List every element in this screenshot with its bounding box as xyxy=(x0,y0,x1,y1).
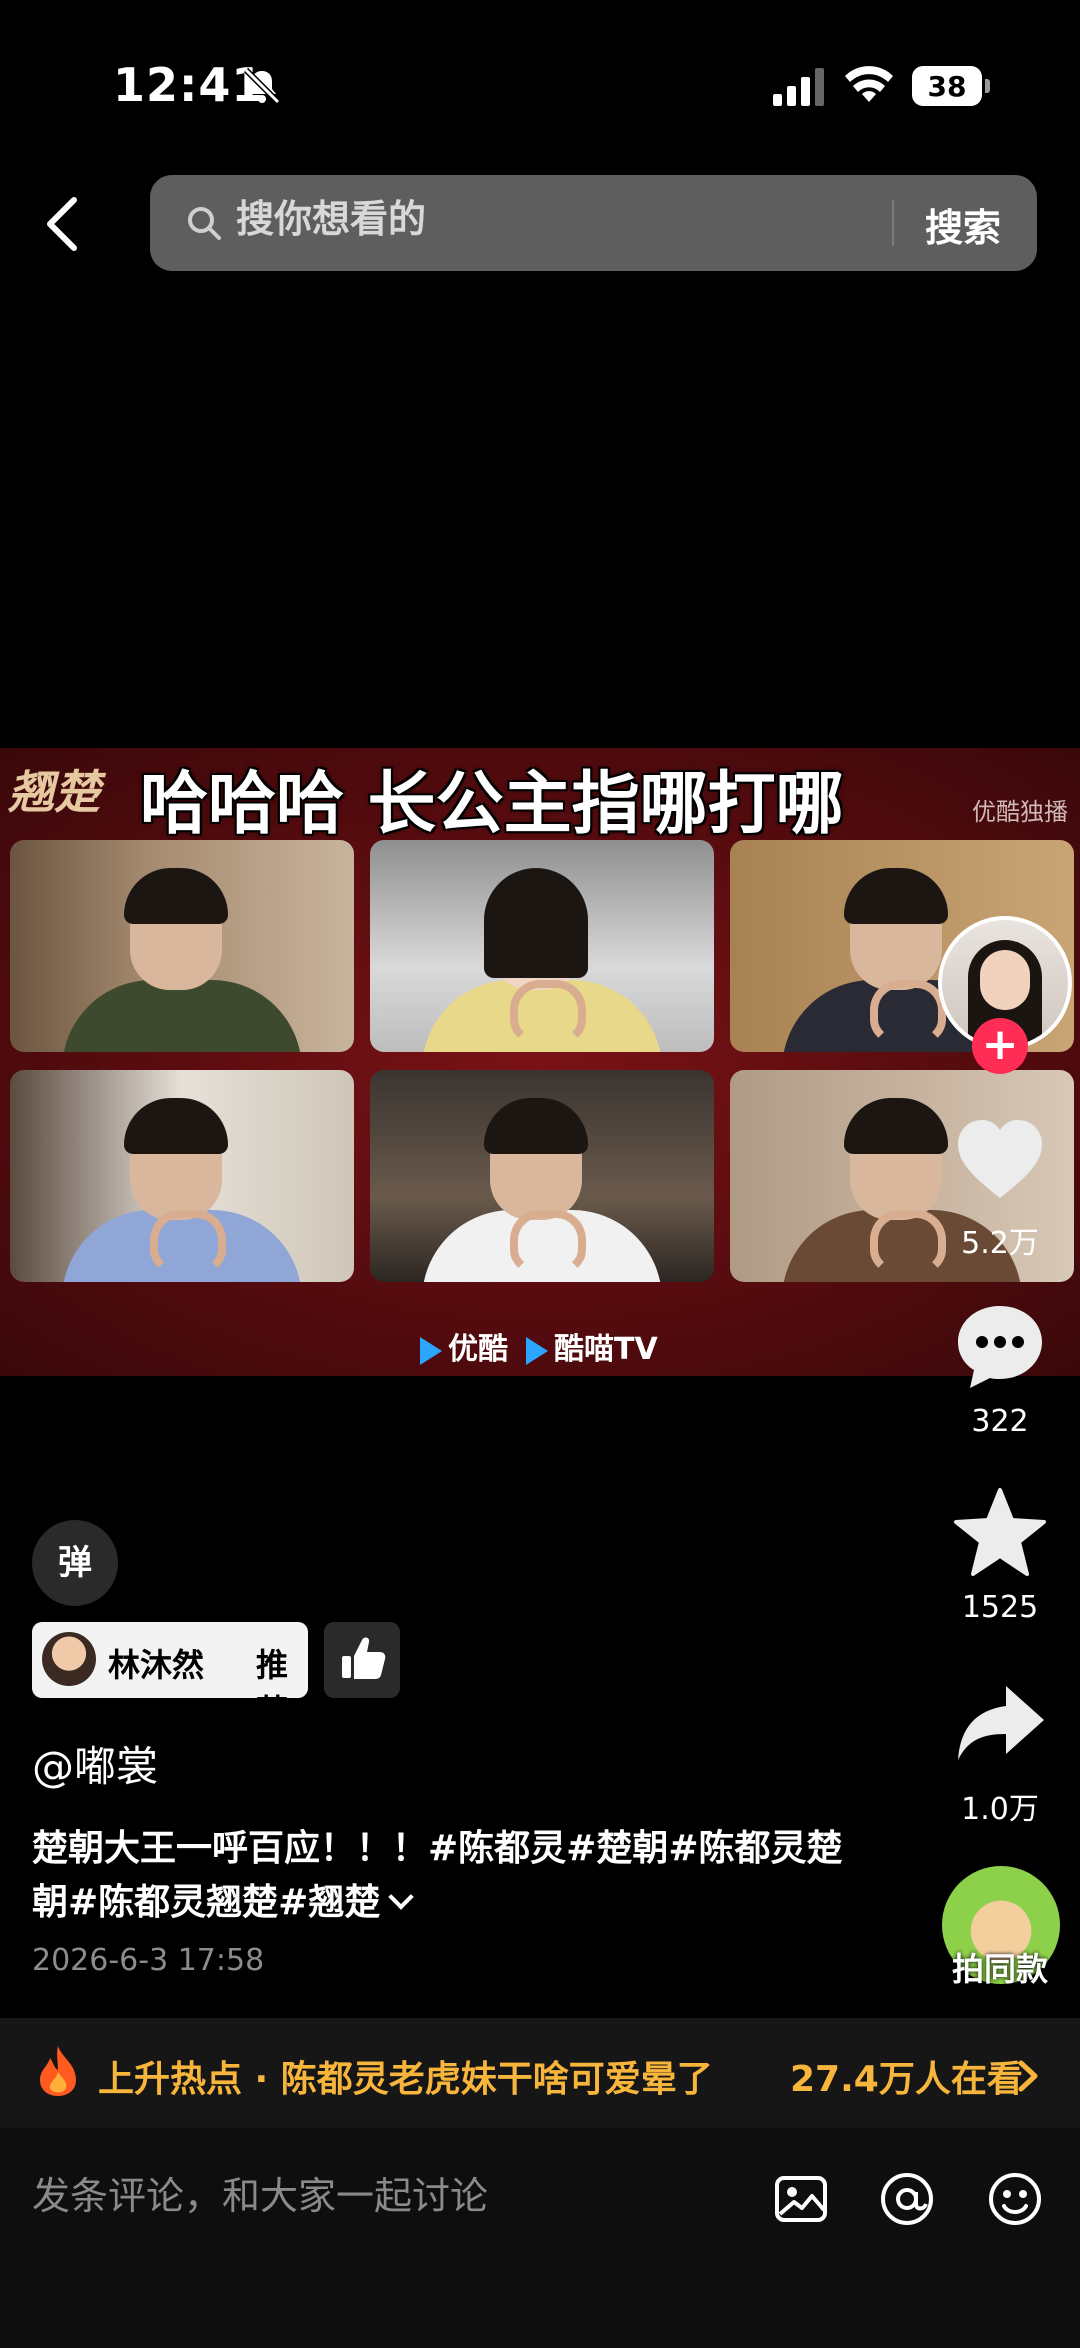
wifi-icon xyxy=(845,66,893,102)
at-mention-icon[interactable] xyxy=(878,2170,936,2228)
video-watermark: 优酷独播 xyxy=(972,798,1068,826)
recommend-like-button[interactable] xyxy=(324,1622,400,1698)
share-icon[interactable] xyxy=(952,1676,1048,1772)
back-arrow-icon[interactable] xyxy=(42,196,82,252)
expand-chevron-icon[interactable] xyxy=(388,1884,415,1910)
comment-count: 322 xyxy=(971,1404,1029,1439)
video-brand-strip: 优酷 酷喵TV xyxy=(420,1324,658,1368)
search-divider xyxy=(892,200,894,246)
post-description: 楚朝大王一呼百应！！！#陈都灵#楚朝#陈都灵楚朝#陈都灵翘楚#翘楚 xyxy=(32,1828,843,1923)
signal-icon xyxy=(773,68,824,106)
video-tile xyxy=(10,840,354,1052)
same-style-label[interactable]: 拍同款 xyxy=(930,1944,1070,1990)
comment-input[interactable] xyxy=(32,2174,732,2218)
search-icon xyxy=(188,207,221,240)
comment-bar xyxy=(0,2128,1080,2348)
heart-icon[interactable] xyxy=(952,1112,1048,1208)
battery-indicator: 38 xyxy=(912,66,990,106)
search-button[interactable]: 搜索 xyxy=(925,197,1001,252)
recommender-avatar xyxy=(42,1632,96,1686)
recommender-name: 林沐然 xyxy=(108,1646,205,1684)
thumbs-up-icon xyxy=(342,1637,386,1679)
trending-viewers: 27.4万人在看 xyxy=(790,2059,1023,2100)
kumiao-brand: 酷喵TV xyxy=(526,1324,658,1368)
recommend-label: 推荐 xyxy=(256,1646,289,1730)
star-icon[interactable] xyxy=(952,1484,1048,1580)
share-count: 1.0万 xyxy=(961,1792,1039,1827)
favorite-count: 1525 xyxy=(961,1590,1039,1625)
image-icon[interactable] xyxy=(772,2170,830,2228)
video-tile xyxy=(10,1070,354,1282)
emoji-icon[interactable] xyxy=(986,2170,1044,2228)
post-time: 2026-6-3 17:58 xyxy=(32,1943,265,1978)
kumiao-logo-icon xyxy=(526,1336,548,1365)
like-count: 5.2万 xyxy=(961,1226,1039,1261)
chevron-right-icon[interactable] xyxy=(1016,2060,1040,2092)
recommend-chip[interactable]: 林沐然 推荐 xyxy=(32,1622,308,1730)
youku-brand: 优酷 xyxy=(420,1324,508,1368)
fire-icon xyxy=(40,2046,76,2096)
bell-slash-icon xyxy=(243,67,281,105)
search-input[interactable] xyxy=(236,197,836,241)
post-author[interactable]: @嘟裳 xyxy=(32,1733,158,1794)
video-caption: 哈哈哈 长公主指哪打哪 xyxy=(140,765,844,844)
video-frame[interactable]: 翘楚 哈哈哈 长公主指哪打哪 优酷独播 优酷 酷喵TV xyxy=(0,748,1080,1376)
comment-icon[interactable] xyxy=(952,1298,1048,1394)
trending-text[interactable]: 上升热点 · 陈都灵老虎妹干啥可爱晕了 xyxy=(98,2050,713,2102)
danmu-toggle-button[interactable]: 弹 xyxy=(32,1520,118,1606)
show-logo: 翘楚 xyxy=(8,765,100,819)
video-tile xyxy=(370,1070,714,1282)
youku-logo-icon xyxy=(420,1336,442,1365)
video-tile xyxy=(370,840,714,1052)
follow-button[interactable]: + xyxy=(972,1018,1028,1074)
